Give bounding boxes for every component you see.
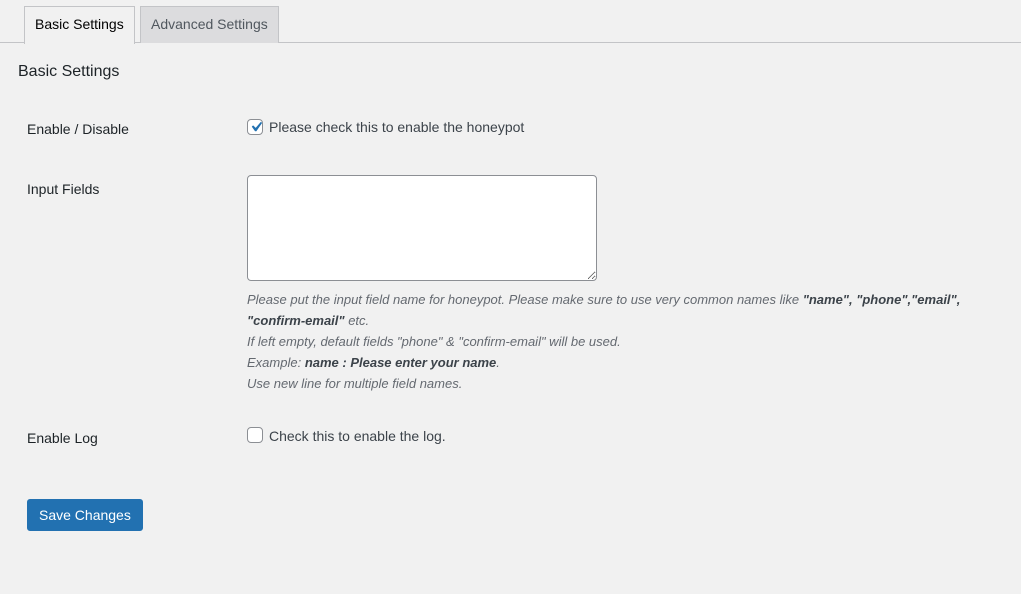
example-prefix: Example: (247, 355, 305, 370)
tab-basic-settings[interactable]: Basic Settings (24, 6, 135, 44)
settings-page: Basic Settings Advanced Settings Basic S… (0, 0, 1021, 594)
example-end: . (496, 355, 500, 370)
enable-log-checkbox[interactable] (247, 427, 263, 443)
enable-log-label: Enable Log (27, 430, 98, 446)
description-example: Example: name : Please enter your name. (247, 352, 1007, 373)
description-line-2: If left empty, default fields "phone" & … (247, 334, 621, 349)
enable-honeypot-checkbox[interactable] (247, 119, 263, 135)
description-line-4: Use new line for multiple field names. (247, 376, 463, 391)
input-fields-label: Input Fields (27, 181, 100, 197)
input-fields-description: Please put the input field name for hone… (247, 289, 1007, 394)
checkmark-icon (251, 121, 263, 132)
description-line-1: Please put the input field name for hone… (247, 289, 1007, 331)
enable-disable-label: Enable / Disable (27, 121, 129, 137)
example-value: name : Please enter your name (304, 355, 497, 370)
input-fields-textarea[interactable] (247, 175, 597, 281)
enable-honeypot-label: Please check this to enable the honeypot (269, 119, 525, 135)
section-title: Basic Settings (18, 63, 120, 80)
tab-bar: Basic Settings Advanced Settings (0, 0, 1021, 44)
save-changes-button[interactable]: Save Changes (27, 499, 143, 531)
tab-advanced-settings[interactable]: Advanced Settings (140, 6, 279, 43)
description-text: Please put the input field name for hone… (247, 292, 803, 307)
description-etc: etc. (344, 313, 370, 328)
enable-log-check-label: Check this to enable the log. (269, 428, 446, 444)
